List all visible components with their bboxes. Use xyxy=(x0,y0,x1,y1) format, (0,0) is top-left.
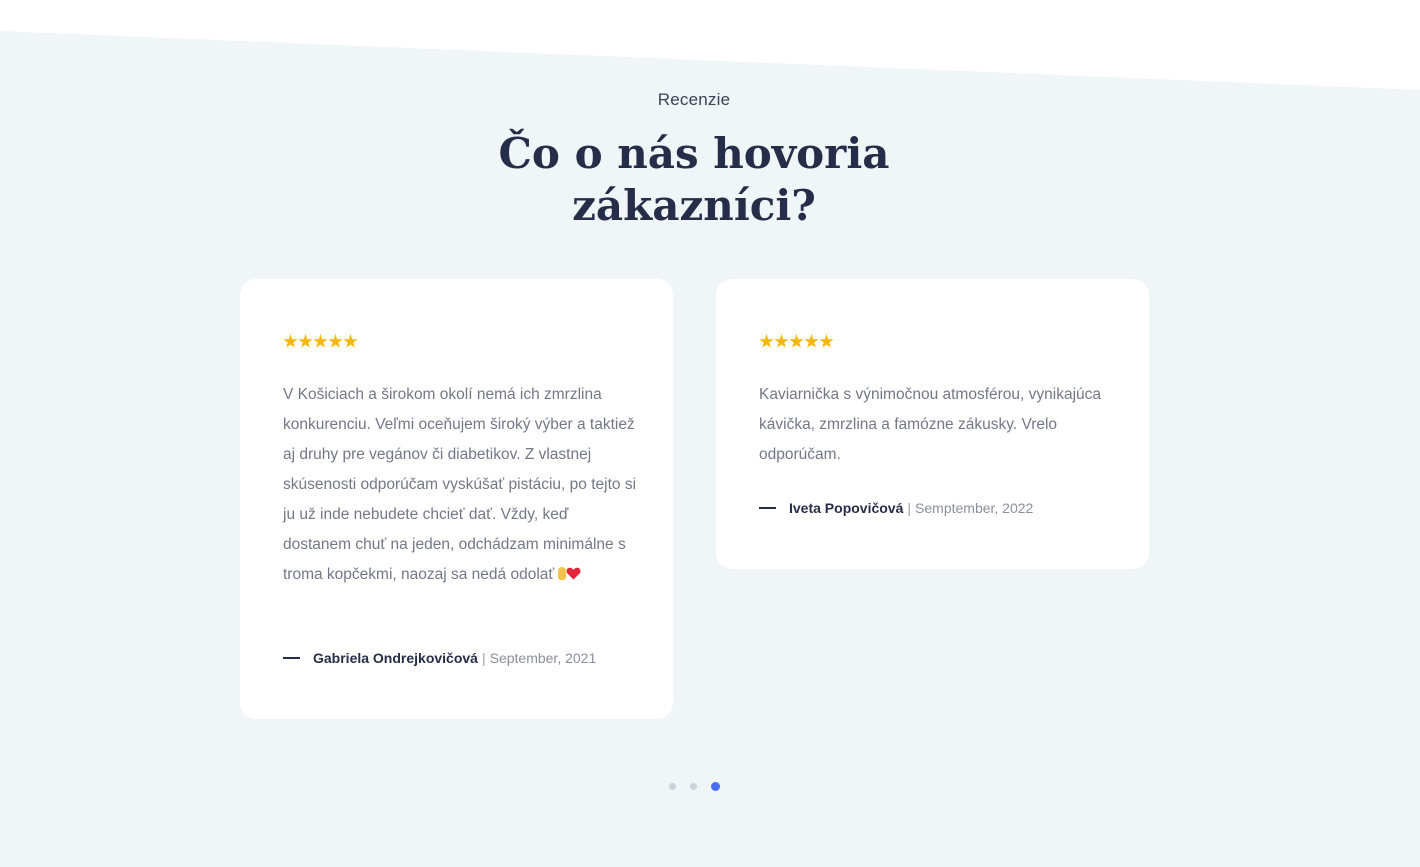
review-card: Kaviarnička s výnimočnou atmosférou, vyn… xyxy=(716,279,1149,569)
star-icon xyxy=(298,334,313,348)
carousel-pagination xyxy=(669,782,720,791)
carousel-dot-2[interactable] xyxy=(690,783,697,790)
author-dash xyxy=(283,657,300,659)
star-icon xyxy=(819,334,834,348)
review-author-name: Iveta Popovičová xyxy=(789,500,904,516)
review-author-name: Gabriela Ondrejkovičová xyxy=(313,650,478,666)
star-icon xyxy=(328,334,343,348)
review-card: V Košiciach a širokom okolí nemá ich zmr… xyxy=(240,279,673,719)
star-rating xyxy=(759,334,834,349)
section-title-line-2: zákazníci? xyxy=(572,181,816,230)
review-date: Semptember, 2022 xyxy=(915,500,1034,516)
review-author-line: Gabriela Ondrejkovičová | September, 202… xyxy=(283,650,596,666)
star-icon xyxy=(313,334,328,348)
author-dash xyxy=(759,507,776,509)
review-text-body: V Košiciach a širokom okolí nemá ich zmr… xyxy=(283,386,637,583)
section-eyebrow: Recenzie xyxy=(657,90,731,109)
carousel-dot-3[interactable] xyxy=(711,782,720,791)
star-icon xyxy=(804,334,819,348)
star-icon xyxy=(343,334,358,348)
star-icon xyxy=(759,334,774,348)
review-text: Kaviarnička s výnimočnou atmosférou, vyn… xyxy=(759,386,1102,463)
star-icon xyxy=(283,334,298,348)
heart-emoji-icon xyxy=(566,567,581,580)
author-separator: | xyxy=(481,650,486,666)
section-title-line-1: Čo o nás hovoria xyxy=(498,129,890,178)
section-title: Čo o nás hovoria zákazníci? xyxy=(0,128,1388,232)
star-icon xyxy=(789,334,804,348)
review-text: V Košiciach a širokom okolí nemá ich zmr… xyxy=(283,380,638,590)
ice-cream-emoji-icon xyxy=(558,567,567,580)
author-separator: | xyxy=(907,500,912,516)
carousel-dot-1[interactable] xyxy=(669,783,676,790)
review-author-line: Iveta Popovičová | Semptember, 2022 xyxy=(759,500,1033,516)
star-icon xyxy=(774,334,789,348)
star-rating xyxy=(283,334,358,349)
review-date: September, 2021 xyxy=(489,650,597,666)
